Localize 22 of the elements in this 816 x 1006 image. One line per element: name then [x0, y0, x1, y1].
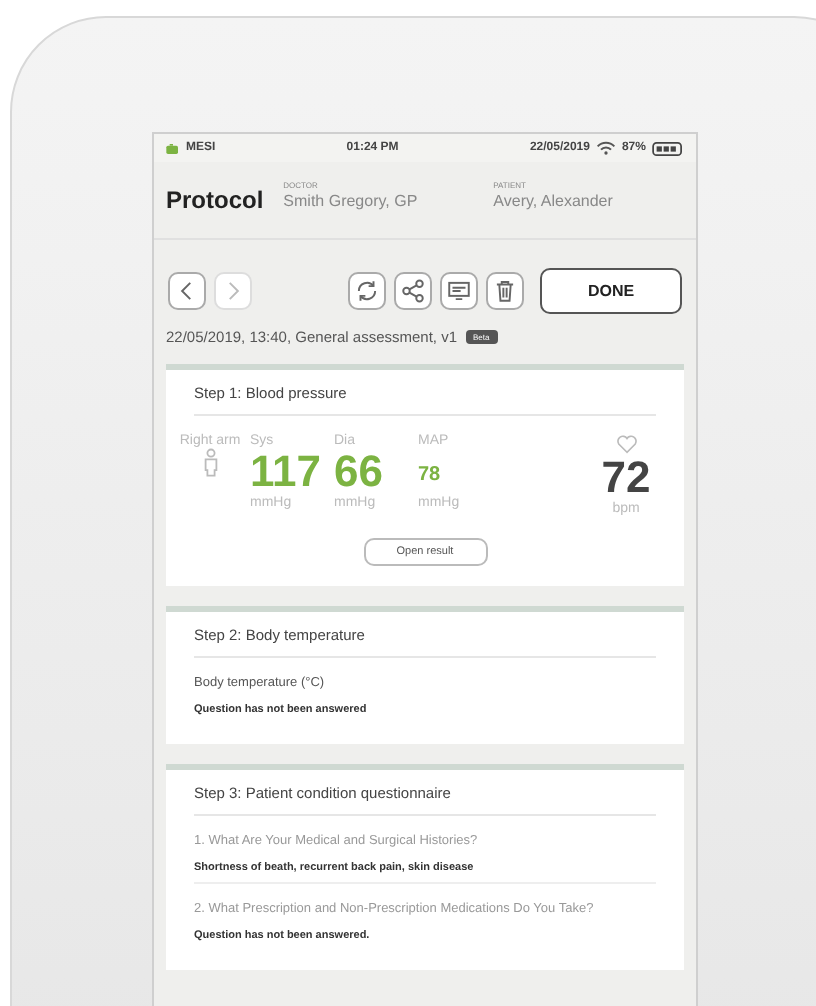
done-button[interactable]: DONE	[540, 268, 682, 314]
reading-value: 117	[250, 448, 323, 496]
back-button[interactable]	[168, 272, 206, 310]
battery-icon	[166, 143, 180, 153]
reading-value: 66	[334, 448, 385, 496]
page-title: Protocol	[166, 186, 264, 214]
share-icon	[400, 278, 426, 304]
sync-button[interactable]	[348, 272, 386, 310]
patient-name: Avery, Alexander	[493, 192, 615, 210]
display-button[interactable]	[440, 272, 478, 310]
refresh-icon	[354, 278, 380, 304]
delete-button[interactable]	[486, 272, 524, 310]
share-button[interactable]	[394, 272, 432, 310]
reading-value: 78	[418, 462, 443, 490]
pulse-value: 72	[601, 454, 651, 502]
heart-icon	[615, 434, 637, 454]
monitor-icon	[446, 278, 472, 304]
battery-icon	[651, 141, 684, 155]
body-icon	[201, 448, 219, 478]
trash-icon	[492, 278, 518, 304]
doctor-name: Smith Gregory, GP	[283, 192, 420, 210]
wifi-icon	[595, 140, 616, 156]
